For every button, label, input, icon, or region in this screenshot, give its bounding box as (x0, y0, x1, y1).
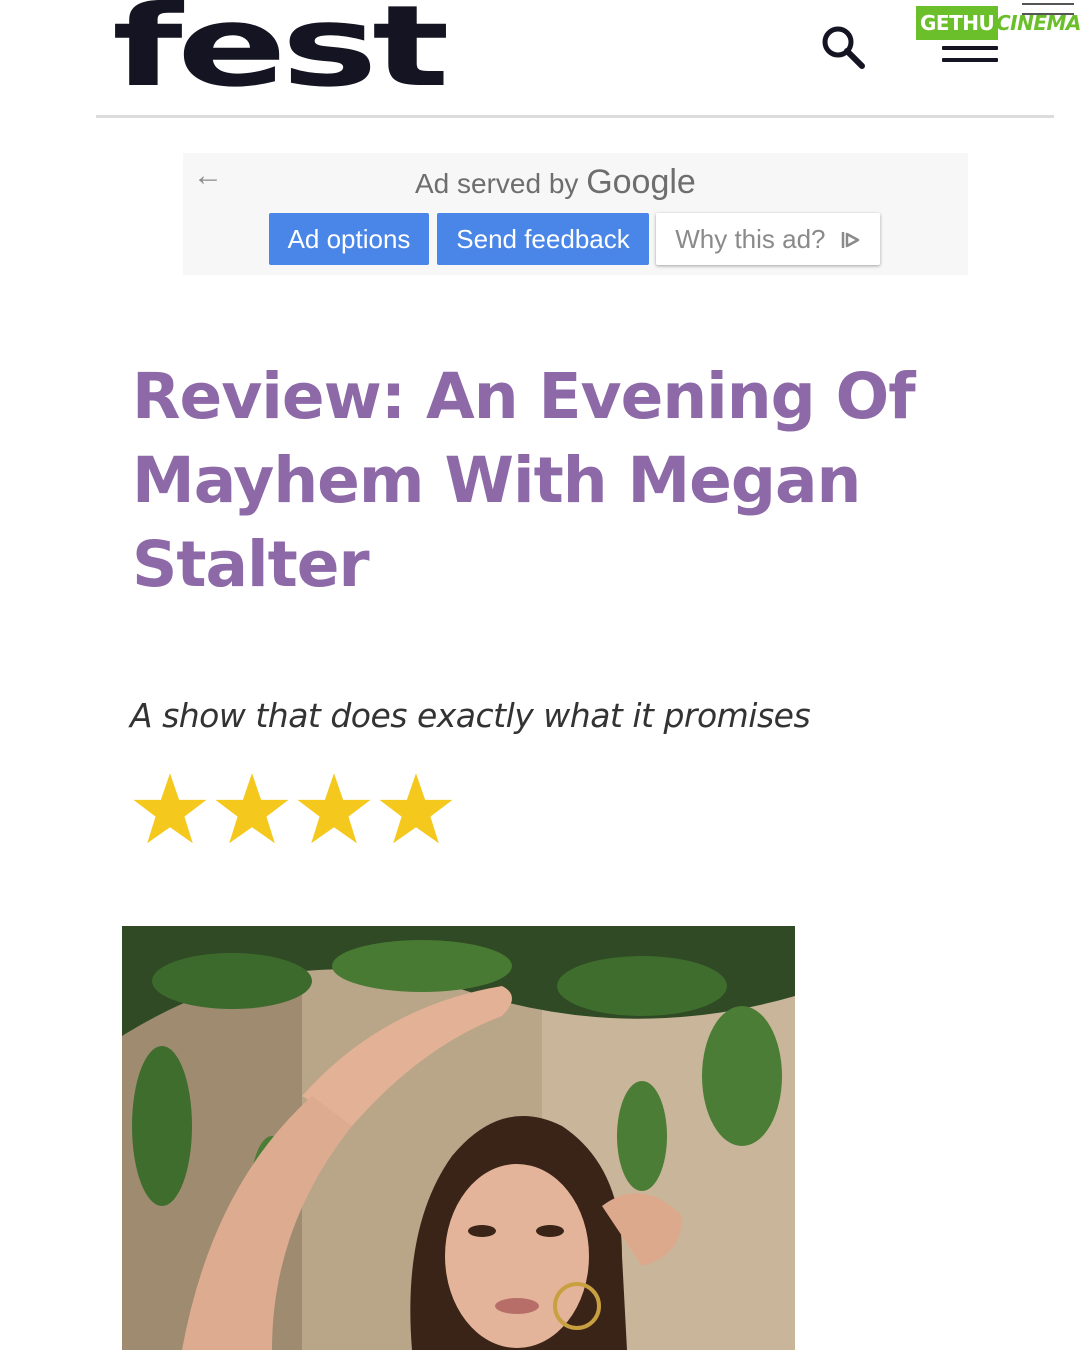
ad-banner: ← Ad served by Google Ad options Send fe… (183, 153, 968, 275)
ad-options-button[interactable]: Ad options (269, 213, 429, 265)
google-brand: Google (586, 163, 696, 201)
arrow-left-icon[interactable]: ← (193, 159, 223, 193)
adchoices-icon (841, 232, 860, 248)
article-subtitle: A show that does exactly what it promise… (130, 696, 811, 735)
star-icon (133, 773, 207, 844)
send-feedback-button[interactable]: Send feedback (437, 213, 649, 265)
article-title: Review: An Evening Of Mayhem With Megan … (132, 360, 916, 601)
ad-served-label: Ad served by (415, 168, 579, 199)
watermark-right-text: CINEMA (996, 11, 1080, 35)
star-rating (132, 768, 454, 850)
article-photo (122, 926, 795, 1350)
star-icon (215, 773, 289, 844)
search-button[interactable] (814, 20, 870, 72)
site-logo[interactable]: fest (112, 0, 450, 103)
header-divider (96, 115, 1054, 118)
star-icon (297, 773, 371, 844)
watermark-left-text: GETHU (916, 6, 999, 40)
why-this-ad-button[interactable]: Why this ad? (656, 213, 880, 265)
search-icon (822, 26, 865, 69)
star-icon (379, 773, 453, 844)
why-this-ad-label: Why this ad? (675, 224, 826, 254)
ad-served-by: Ad served by Google (415, 163, 696, 202)
watermark-logo: GETHU CINEMA (916, 3, 1080, 40)
